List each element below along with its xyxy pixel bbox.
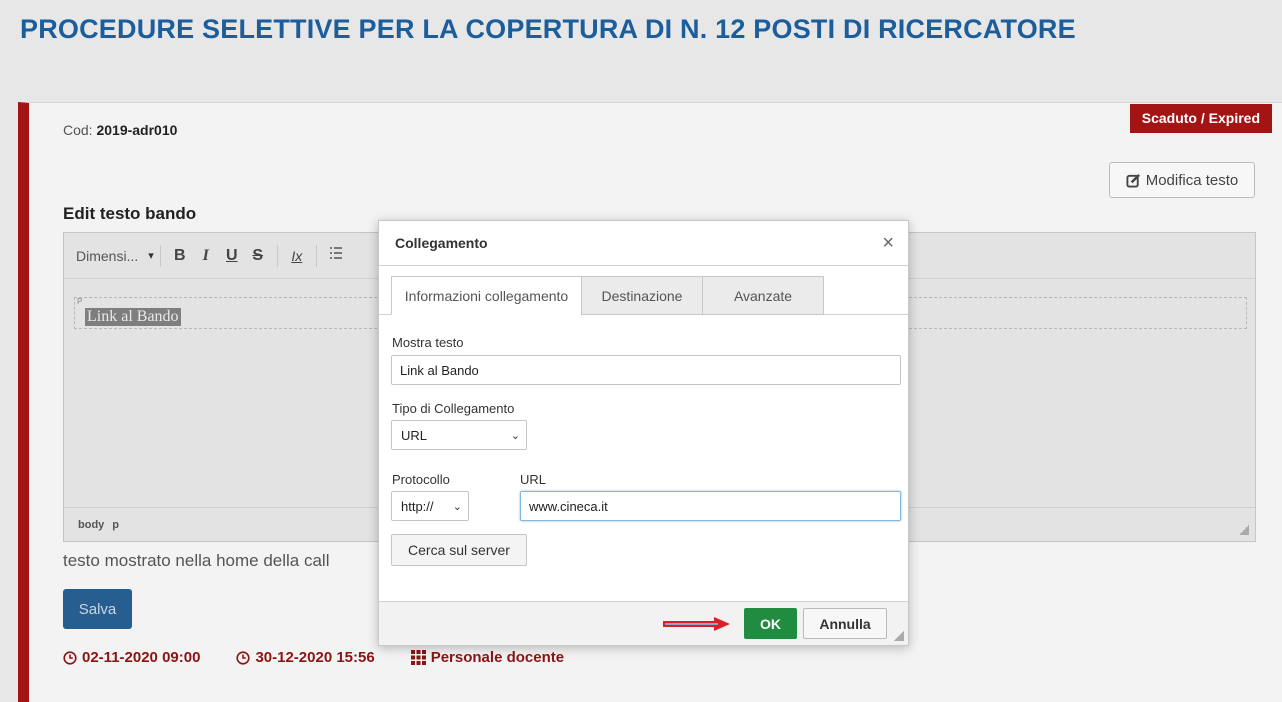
browse-server-button[interactable]: Cerca sul server bbox=[391, 534, 527, 566]
chevron-down-icon: ⌄ bbox=[510, 429, 520, 442]
annotation-arrow-icon bbox=[663, 617, 730, 631]
link-dialog: Collegamento × Informazioni collegamento… bbox=[378, 220, 909, 646]
close-icon[interactable]: × bbox=[882, 233, 894, 253]
dialog-title: Collegamento bbox=[395, 235, 488, 251]
protocol-value: http:// bbox=[401, 498, 434, 514]
dialog-tabs: Informazioni collegamento Destinazione A… bbox=[391, 276, 824, 315]
dialog-resize-grip-icon[interactable] bbox=[894, 631, 904, 641]
link-type-select[interactable]: URL ⌄ bbox=[391, 420, 527, 450]
link-type-value: URL bbox=[401, 427, 428, 443]
cancel-button[interactable]: Annulla bbox=[803, 608, 887, 639]
dialog-footer: OK Annulla bbox=[379, 601, 908, 645]
display-text-input[interactable] bbox=[391, 355, 901, 385]
chevron-down-icon: ⌄ bbox=[452, 500, 462, 513]
link-type-label: Tipo di Collegamento bbox=[392, 401, 515, 416]
ok-button[interactable]: OK bbox=[744, 608, 797, 639]
dialog-header: Collegamento × bbox=[379, 221, 908, 266]
protocol-label: Protocollo bbox=[392, 472, 450, 487]
url-label: URL bbox=[520, 472, 547, 487]
tab-target[interactable]: Destinazione bbox=[581, 276, 703, 315]
display-text-label: Mostra testo bbox=[392, 335, 464, 350]
protocol-select[interactable]: http:// ⌄ bbox=[391, 491, 469, 521]
url-input[interactable] bbox=[520, 491, 901, 521]
tab-link-info[interactable]: Informazioni collegamento bbox=[391, 276, 582, 315]
tab-advanced[interactable]: Avanzate bbox=[702, 276, 824, 315]
